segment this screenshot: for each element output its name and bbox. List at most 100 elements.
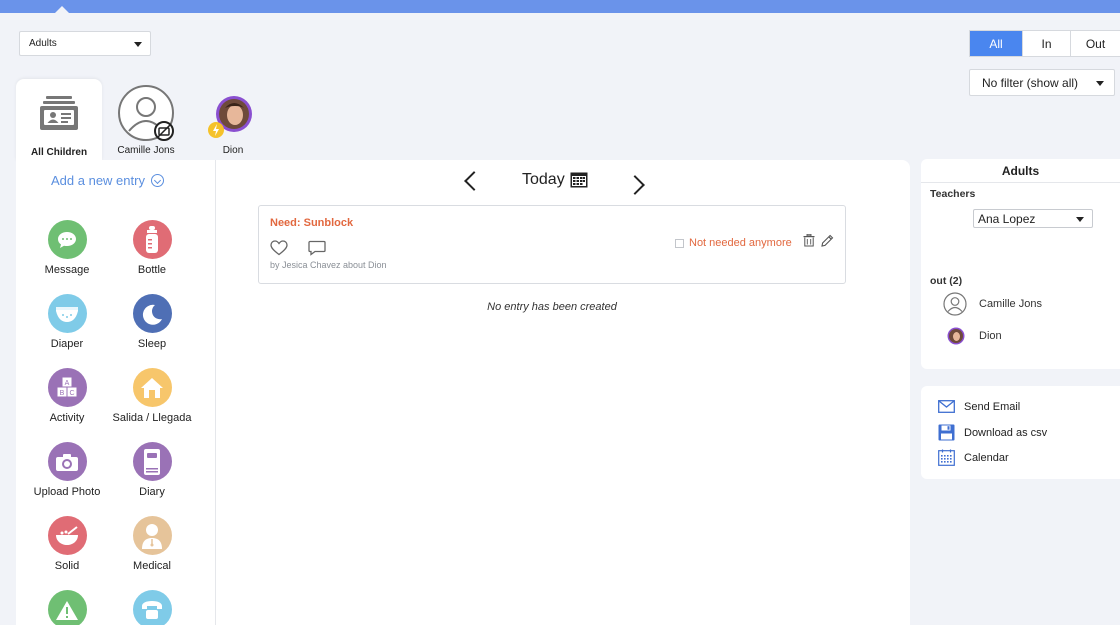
bottle-icon xyxy=(132,220,172,259)
add-entry-label: Add a new entry xyxy=(51,173,145,188)
person-name: Dion xyxy=(979,330,1002,342)
status-filter-select[interactable]: No filter (show all) xyxy=(969,69,1115,96)
entry-label: Upload Photo xyxy=(33,486,101,498)
chevron-down-icon xyxy=(134,41,142,47)
message-icon xyxy=(47,220,87,259)
entry-diary[interactable]: Diary xyxy=(107,442,197,498)
tab-dion[interactable]: Dion xyxy=(190,79,276,161)
group-select[interactable]: Adults xyxy=(19,31,151,56)
need-card: Need: Sunblock by Jesica Chavez about Di… xyxy=(258,205,846,284)
camera-icon xyxy=(47,442,87,481)
person-name: Camille Jons xyxy=(979,298,1042,310)
filter-out-button[interactable]: Out xyxy=(1071,31,1120,56)
need-title: Need: Sunblock xyxy=(270,217,354,229)
adults-panel-title: Adults xyxy=(921,159,1120,183)
tab-all-children[interactable]: All Children xyxy=(16,79,102,161)
next-day-button[interactable] xyxy=(625,175,645,195)
entry-label: Activity xyxy=(49,412,85,424)
calendar-icon xyxy=(938,449,955,466)
empty-message: No entry has been created xyxy=(487,301,617,313)
svg-text:B: B xyxy=(60,390,65,397)
entry-upload-photo[interactable]: Upload Photo xyxy=(22,442,112,498)
not-needed-checkbox[interactable]: Not needed anymore xyxy=(675,237,792,249)
download-csv-button[interactable]: Download as csv xyxy=(938,424,1047,441)
envelope-icon xyxy=(938,400,955,413)
comment-icon[interactable] xyxy=(308,240,326,256)
entry-medical[interactable]: Medical xyxy=(107,516,197,572)
entry-label: Diary xyxy=(139,486,165,498)
entry-diaper[interactable]: Diaper xyxy=(22,294,112,350)
entry-activity[interactable]: ABC Activity xyxy=(22,368,112,424)
entry-salida-llegada[interactable]: Salida / Llegada xyxy=(107,368,197,424)
tab-label: Dion xyxy=(222,145,244,156)
avatar xyxy=(208,96,252,138)
svg-text:A: A xyxy=(65,380,70,387)
entry-message[interactable]: Message xyxy=(22,220,112,276)
presence-filter: All In Out xyxy=(969,30,1120,57)
solid-food-icon xyxy=(47,516,87,555)
home-icon xyxy=(132,368,172,407)
phone-icon xyxy=(132,590,172,625)
action-label: Download as csv xyxy=(964,426,1048,439)
avatar-placeholder-icon xyxy=(943,292,967,316)
entry-sleep[interactable]: Sleep xyxy=(107,294,197,350)
heart-icon[interactable] xyxy=(270,240,288,256)
calendar-icon[interactable] xyxy=(570,171,588,188)
edit-pencil-icon[interactable] xyxy=(821,234,834,247)
teachers-label: Teachers xyxy=(930,188,976,200)
teacher-select[interactable]: Ana Lopez xyxy=(973,209,1093,228)
chevron-down-circle-icon xyxy=(150,174,164,187)
previous-day-button[interactable] xyxy=(464,171,484,191)
trash-icon[interactable] xyxy=(803,234,815,247)
top-bar-notch xyxy=(55,6,69,13)
entry-label: Salida / Llegada xyxy=(112,412,192,424)
date-label: Today xyxy=(522,171,565,188)
entry-label: Diaper xyxy=(50,338,84,350)
entry-incident[interactable] xyxy=(22,590,112,625)
activity-icon: ABC xyxy=(47,368,87,407)
tab-label: Camille Jons xyxy=(117,145,175,156)
group-select-value: Adults xyxy=(29,38,57,49)
entry-label: Medical xyxy=(133,560,171,572)
filter-in-button[interactable]: In xyxy=(1023,31,1071,56)
entry-types-column: Add a new entry Message Bottle Diaper Sl… xyxy=(16,160,216,625)
action-label: Calendar xyxy=(964,451,1009,464)
top-bar xyxy=(0,0,1120,13)
out-count-label: out (2) xyxy=(930,275,963,287)
send-email-button[interactable]: Send Email xyxy=(938,400,1020,413)
status-filter-value: No filter (show all) xyxy=(982,75,1079,90)
not-needed-label: Not needed anymore xyxy=(689,237,792,249)
filter-all-button[interactable]: All xyxy=(970,31,1023,56)
actions-panel: Send Email Download as csv Calendar xyxy=(921,386,1120,479)
chevron-down-icon xyxy=(1076,216,1084,222)
svg-text:C: C xyxy=(69,390,74,397)
entry-label: Solid xyxy=(54,560,80,572)
need-author: by Jesica Chavez about Dion xyxy=(270,260,387,270)
avatar xyxy=(947,327,965,345)
person-dion[interactable]: Dion xyxy=(947,327,1002,345)
children-directory-icon xyxy=(40,96,78,130)
adults-panel: Adults Teachers Ana Lopez out (2) Camill… xyxy=(921,159,1120,369)
avatar-placeholder-icon xyxy=(118,85,174,141)
teacher-select-value: Ana Lopez xyxy=(978,211,1036,226)
medical-icon xyxy=(132,516,172,555)
warning-icon xyxy=(47,590,87,625)
entry-bottle[interactable]: Bottle xyxy=(107,220,197,276)
entry-label: Bottle xyxy=(137,264,167,276)
tab-label: All Children xyxy=(30,147,88,158)
entry-label: Message xyxy=(44,264,90,276)
add-entry-dropdown[interactable]: Add a new entry xyxy=(51,173,164,188)
main-panel: Add a new entry Message Bottle Diaper Sl… xyxy=(16,160,910,625)
action-label: Send Email xyxy=(964,400,1021,413)
checkbox-box xyxy=(675,238,684,248)
person-camille-jons[interactable]: Camille Jons xyxy=(943,292,1042,316)
entry-label: Sleep xyxy=(137,338,167,350)
sleep-icon xyxy=(132,294,172,333)
diary-icon xyxy=(132,442,172,481)
entry-solid[interactable]: Solid xyxy=(22,516,112,572)
entry-phone[interactable] xyxy=(107,590,197,625)
calendar-button[interactable]: Calendar xyxy=(938,449,1009,466)
floppy-disk-icon xyxy=(938,424,955,441)
tab-camille-jons[interactable]: Camille Jons xyxy=(103,79,189,161)
chevron-down-icon xyxy=(1096,80,1104,86)
